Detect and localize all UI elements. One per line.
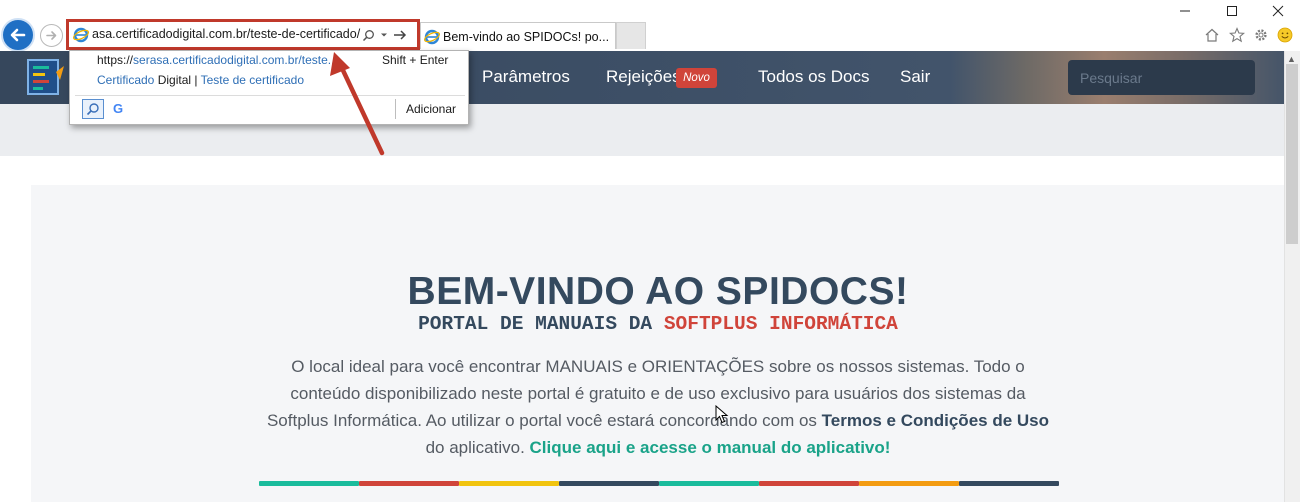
- suggestion-title-part3: Teste de certificado: [200, 73, 304, 87]
- home-icon: [1205, 28, 1219, 42]
- color-divider-segment: [559, 481, 659, 486]
- favorites-button[interactable]: [1228, 26, 1246, 44]
- forward-button[interactable]: [40, 24, 63, 47]
- home-button[interactable]: [1203, 26, 1221, 44]
- search-icon[interactable]: [362, 29, 375, 42]
- minimize-button[interactable]: [1176, 4, 1194, 18]
- search-provider-button[interactable]: [82, 99, 104, 119]
- close-icon: [1272, 5, 1284, 17]
- back-arrow-icon: [10, 28, 26, 42]
- back-button[interactable]: [1, 18, 35, 52]
- suggestion-title[interactable]: Certificado Digital | Teste de certifica…: [97, 73, 304, 87]
- smiley-feedback-icon: [1277, 27, 1293, 43]
- subtitle-brand: SOFTPLUS INFORMÁTICA: [663, 313, 898, 335]
- new-tab-button[interactable]: [616, 22, 646, 49]
- color-divider-segment: [759, 481, 859, 486]
- close-button[interactable]: [1269, 4, 1287, 18]
- dropdown-arrow-icon[interactable]: [380, 31, 388, 39]
- dropdown-divider: [75, 95, 465, 96]
- scroll-up-icon[interactable]: ▲: [1287, 54, 1296, 64]
- google-provider-icon[interactable]: G: [113, 101, 123, 116]
- suggestion-shortcut: Shift + Enter: [382, 53, 449, 67]
- suggestion-title-part2: Digital |: [154, 73, 201, 87]
- settings-button[interactable]: [1252, 26, 1270, 44]
- dropdown-vertical-divider: [395, 99, 396, 119]
- subtitle-prefix: PORTAL DE MANUAIS DA: [418, 313, 664, 335]
- ie-logo-icon: [424, 29, 440, 45]
- color-divider-segment: [959, 481, 1059, 486]
- intro-paragraph: O local ideal para você encontrar MANUAI…: [258, 353, 1058, 461]
- color-divider: [259, 481, 1059, 486]
- address-tools: [362, 27, 412, 43]
- go-arrow-icon[interactable]: [393, 29, 407, 41]
- scrollbar-thumb[interactable]: [1286, 64, 1298, 244]
- ie-logo-icon: [73, 27, 89, 43]
- new-badge: Novo: [676, 68, 717, 88]
- color-divider-segment: [359, 481, 459, 486]
- page-title: BEM-VINDO AO SPIDOCS!: [407, 270, 909, 313]
- color-divider-segment: [459, 481, 559, 486]
- minimize-icon: [1180, 10, 1190, 12]
- suggestion-url-domain: serasa.certificadodigital.com.br/teste..…: [133, 53, 338, 67]
- maximize-icon: [1227, 6, 1237, 16]
- mouse-cursor-icon: [715, 405, 729, 424]
- intro-text-2: do aplicativo.: [425, 438, 530, 457]
- nav-parametros[interactable]: Parâmetros: [482, 67, 570, 87]
- maximize-button[interactable]: [1223, 4, 1241, 18]
- tab-title: Bem-vindo ao SPIDOCs! po...: [443, 30, 610, 44]
- page-subtitle: PORTAL DE MANUAIS DA SOFTPLUS INFORMÁTIC…: [0, 313, 1300, 335]
- suggestion-url[interactable]: https://serasa.certificadodigital.com.br…: [97, 53, 338, 67]
- forward-arrow-icon: [46, 31, 57, 40]
- suggestion-url-prefix: https://: [97, 53, 134, 67]
- favorites-star-icon: [1229, 27, 1245, 43]
- color-divider-segment: [859, 481, 959, 486]
- search-input[interactable]: [1068, 60, 1255, 95]
- terms-link[interactable]: Termos e Condições de Uso: [822, 411, 1049, 430]
- search-icon: [86, 103, 99, 116]
- color-divider-segment: [659, 481, 759, 486]
- nav-todos-os-docs[interactable]: Todos os Docs: [758, 67, 870, 87]
- nav-sair[interactable]: Sair: [900, 67, 930, 87]
- address-url-text: asa.certificadodigital.com.br/teste-de-c…: [92, 27, 361, 41]
- add-provider-button[interactable]: Adicionar: [406, 102, 456, 116]
- feedback-button[interactable]: [1276, 26, 1294, 44]
- color-divider-segment: [259, 481, 359, 486]
- settings-gear-icon: [1255, 29, 1267, 41]
- nav-rejeicoes[interactable]: Rejeições: [606, 67, 681, 87]
- manual-link[interactable]: Clique aqui e acesse o manual do aplicat…: [530, 438, 891, 457]
- suggestion-title-part1: Certificado: [97, 73, 155, 87]
- spidocs-logo[interactable]: [26, 58, 66, 96]
